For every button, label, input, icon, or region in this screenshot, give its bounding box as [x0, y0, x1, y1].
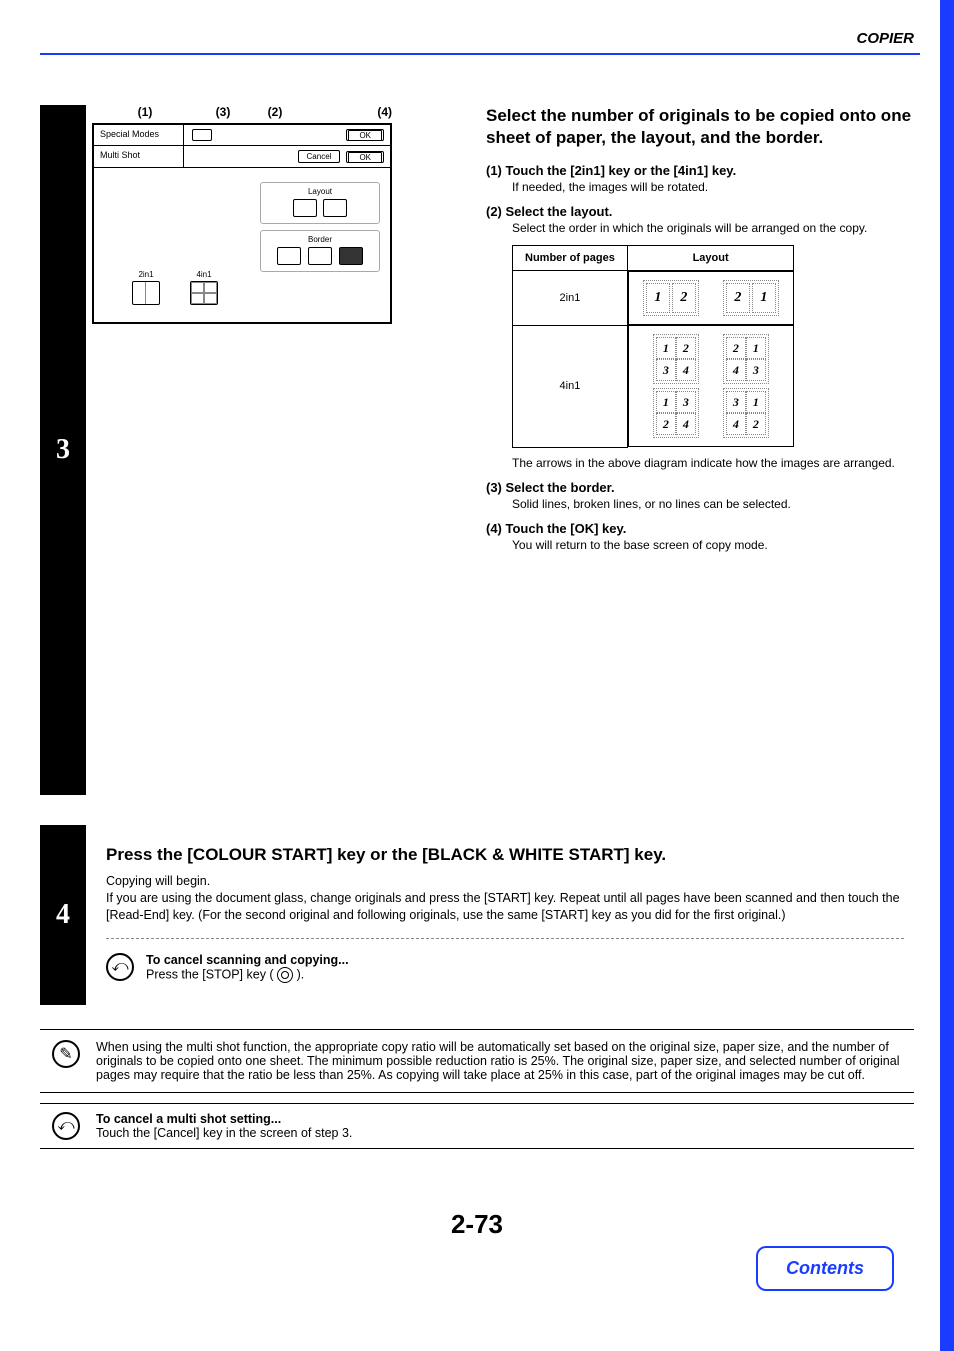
border-label: Border — [267, 235, 373, 244]
substep-4-body: You will return to the base screen of co… — [486, 538, 914, 552]
key-4in1[interactable]: 4in1 — [182, 270, 226, 305]
special-modes-label: Special Modes — [94, 125, 184, 145]
ok-top-button[interactable]: OK — [346, 129, 384, 141]
callout-2: (2) — [258, 105, 292, 119]
key-4in1-label: 4in1 — [182, 270, 226, 279]
substep-3-heading: (3) Select the border. — [486, 480, 914, 495]
step-3-number: 3 — [56, 434, 70, 466]
step-4-title: Press the [COLOUR START] key or the [BLA… — [106, 845, 904, 865]
substep-2-heading: (2) Select the layout. — [486, 204, 914, 219]
layout-label: Layout — [267, 187, 373, 196]
touch-panel-screenshot: Special Modes OK Multi Shot Cancel OK — [92, 123, 392, 324]
step-4-badge: 4 — [40, 825, 86, 1005]
cancel2-body: Touch the [Cancel] key in the screen of … — [96, 1126, 352, 1140]
border-option-solid[interactable] — [308, 247, 332, 265]
step-4-number: 4 — [56, 899, 70, 931]
page-edge-accent — [940, 0, 954, 1351]
layout-option-2[interactable] — [323, 199, 347, 217]
table-caption: The arrows in the above diagram indicate… — [486, 456, 914, 470]
cancel-button[interactable]: Cancel — [298, 150, 341, 163]
layout-option-1[interactable] — [293, 199, 317, 217]
callout-1: (1) — [102, 105, 188, 119]
layout-group: Layout — [260, 182, 380, 224]
multishot-mode-icon — [192, 129, 212, 141]
cancel-icon-2: ⤺ — [52, 1112, 80, 1140]
dashed-divider — [106, 938, 904, 939]
substep-3-body: Solid lines, broken lines, or no lines c… — [486, 497, 914, 511]
key-2in1-icon — [132, 281, 160, 305]
step-3-badge: 3 — [40, 105, 86, 795]
header-rule — [40, 53, 920, 55]
substep-1-body: If needed, the images will be rotated. — [486, 180, 914, 194]
th-layout: Layout — [627, 246, 794, 271]
key-2in1-label: 2in1 — [124, 270, 168, 279]
substep-2-body: Select the order in which the originals … — [486, 221, 914, 235]
border-group: Border — [260, 230, 380, 272]
stop-key-icon — [277, 967, 293, 983]
step-4-line1: Copying will begin. — [106, 873, 904, 890]
cancel-note-heading: To cancel scanning and copying... — [146, 953, 349, 967]
callout-3: (3) — [188, 105, 258, 119]
callout-4: (4) — [292, 105, 392, 119]
row-2in1-layouts: 1 2 2 1 — [628, 271, 794, 325]
pencil-note-icon: ✎ — [52, 1040, 80, 1068]
border-option-selected[interactable] — [339, 247, 363, 265]
key-2in1[interactable]: 2in1 — [124, 270, 168, 305]
cancel-note-body: Press the [STOP] key ( ). — [146, 967, 349, 983]
layout-table: Number of pages Layout 2in1 1 2 2 1 — [512, 245, 794, 448]
info-box: ✎ When using the multi shot function, th… — [40, 1029, 914, 1093]
substep-4-heading: (4) Touch the [OK] key. — [486, 521, 914, 536]
border-option-none[interactable] — [277, 247, 301, 265]
step-3-title: Select the number of originals to be cop… — [486, 105, 914, 149]
step-4-line2: If you are using the document glass, cha… — [106, 890, 904, 924]
contents-button[interactable]: Contents — [756, 1246, 894, 1291]
section-header: COPIER — [856, 30, 914, 47]
page-number: 2-73 — [40, 1209, 914, 1240]
multi-shot-label: Multi Shot — [94, 146, 184, 167]
cancel-setting-box: ⤺ To cancel a multi shot setting... Touc… — [40, 1103, 914, 1149]
row-2in1-label: 2in1 — [513, 271, 628, 326]
key-4in1-icon — [190, 281, 218, 305]
cancel2-heading: To cancel a multi shot setting... — [96, 1112, 352, 1126]
row-4in1-label: 4in1 — [513, 325, 628, 447]
ok-button[interactable]: OK — [346, 151, 384, 163]
info-text: When using the multi shot function, the … — [96, 1040, 902, 1082]
cancel-icon: ⤺ — [106, 953, 134, 981]
substep-1-heading: (1) Touch the [2in1] key or the [4in1] k… — [486, 163, 914, 178]
row-4in1-layouts: 12 34 13 24 21 43 — [628, 325, 794, 447]
th-pages: Number of pages — [513, 246, 628, 271]
